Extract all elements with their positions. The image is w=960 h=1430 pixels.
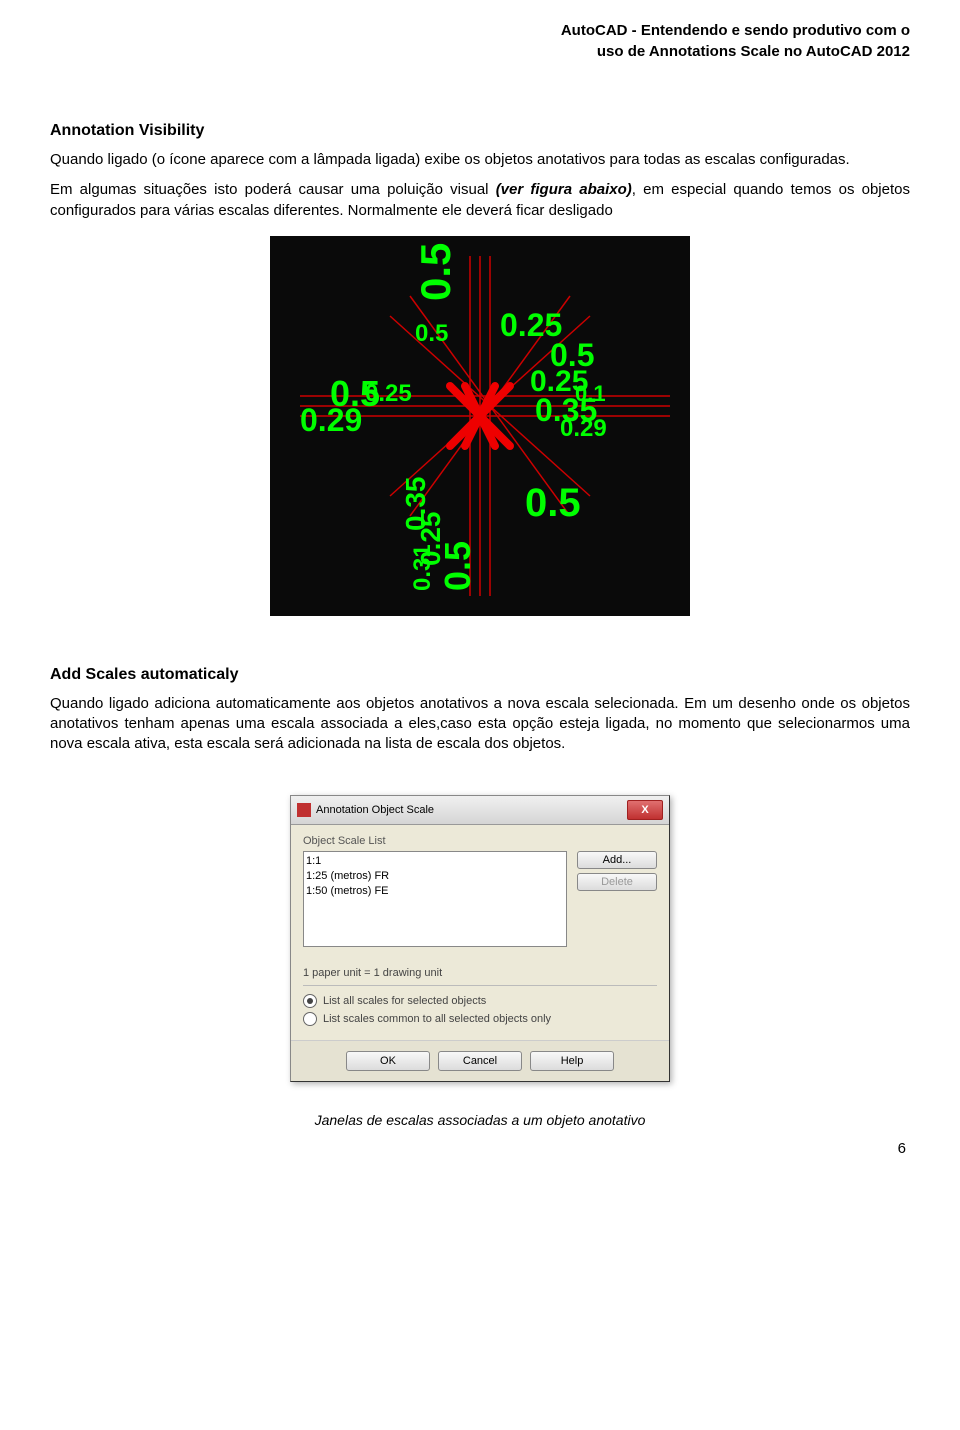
list-item[interactable]: 1:50 (metros) FE (306, 884, 564, 899)
app-icon (297, 803, 311, 817)
svg-text:0.29: 0.29 (560, 415, 607, 442)
svg-text:0.25: 0.25 (365, 380, 412, 407)
svg-text:0.5: 0.5 (525, 481, 581, 525)
radio-option-1[interactable]: List all scales for selected objects (303, 994, 657, 1008)
paragraph-1: Quando ligado (o ícone aparece com a lâm… (50, 150, 910, 170)
cad-drawing: 0.5 0.25 0.5 0.5 0.5 0.29 0.35 0.29 0.25… (270, 236, 690, 616)
radio-label-2: List scales common to all selected objec… (323, 1013, 551, 1025)
section-title-annotation-visibility: Annotation Visibility (50, 122, 910, 140)
svg-text:0.5: 0.5 (415, 320, 448, 347)
page-number: 6 (50, 1140, 910, 1157)
document-page: AutoCAD - Entendendo e sendo produtivo c… (0, 0, 960, 1177)
help-button[interactable]: Help (530, 1051, 614, 1071)
radio-label-1: List all scales for selected objects (323, 995, 486, 1007)
paragraph-2: Em algumas situações isto poderá causar … (50, 180, 910, 221)
close-icon[interactable]: X (627, 800, 663, 820)
header-line-1: AutoCAD - Entendendo e sendo produtivo c… (50, 20, 910, 41)
svg-text:0.31: 0.31 (409, 544, 436, 591)
radio-option-2[interactable]: List scales common to all selected objec… (303, 1012, 657, 1026)
dialog-titlebar: Annotation Object Scale X (291, 796, 669, 825)
list-item[interactable]: 1:1 (306, 854, 564, 869)
figure-caption: Janelas de escalas associadas a um objet… (50, 1112, 910, 1128)
add-button[interactable]: Add... (577, 851, 657, 869)
svg-text:0.29: 0.29 (300, 402, 362, 438)
dialog-figure: Annotation Object Scale X Object Scale L… (290, 795, 670, 1082)
dialog-footer: OK Cancel Help (291, 1040, 669, 1081)
dialog-title-text: Annotation Object Scale (316, 804, 434, 816)
radio-icon (303, 994, 317, 1008)
para2-italic: (ver figura abaixo) (496, 181, 632, 198)
delete-button[interactable]: Delete (577, 873, 657, 891)
scale-listbox[interactable]: 1:1 1:25 (metros) FR 1:50 (metros) FE (303, 851, 567, 947)
units-text: 1 paper unit = 1 drawing unit (303, 967, 657, 986)
svg-text:0.1: 0.1 (575, 381, 606, 406)
list-label: Object Scale List (303, 835, 657, 847)
cancel-button[interactable]: Cancel (438, 1051, 522, 1071)
svg-text:0.5: 0.5 (412, 242, 459, 300)
section-title-add-scales: Add Scales automaticaly (50, 666, 910, 684)
autocad-screenshot-figure: 0.5 0.25 0.5 0.5 0.5 0.29 0.35 0.29 0.25… (270, 236, 690, 616)
dialog-body: Object Scale List 1:1 1:25 (metros) FR 1… (291, 825, 669, 1040)
para2-part-a: Em algumas situações isto poderá causar … (50, 181, 496, 198)
annotation-scale-dialog: Annotation Object Scale X Object Scale L… (290, 795, 670, 1082)
radio-icon (303, 1012, 317, 1026)
ok-button[interactable]: OK (346, 1051, 430, 1071)
page-header: AutoCAD - Entendendo e sendo produtivo c… (50, 20, 910, 62)
dialog-list-row: 1:1 1:25 (metros) FR 1:50 (metros) FE Ad… (303, 851, 657, 947)
svg-text:0.5: 0.5 (437, 541, 478, 591)
paragraph-3: Quando ligado adiciona automaticamente a… (50, 694, 910, 755)
list-item[interactable]: 1:25 (metros) FR (306, 869, 564, 884)
dialog-title-group: Annotation Object Scale (297, 803, 434, 817)
dialog-side-buttons: Add... Delete (577, 851, 657, 947)
header-line-2: uso de Annotations Scale no AutoCAD 2012 (50, 41, 910, 62)
